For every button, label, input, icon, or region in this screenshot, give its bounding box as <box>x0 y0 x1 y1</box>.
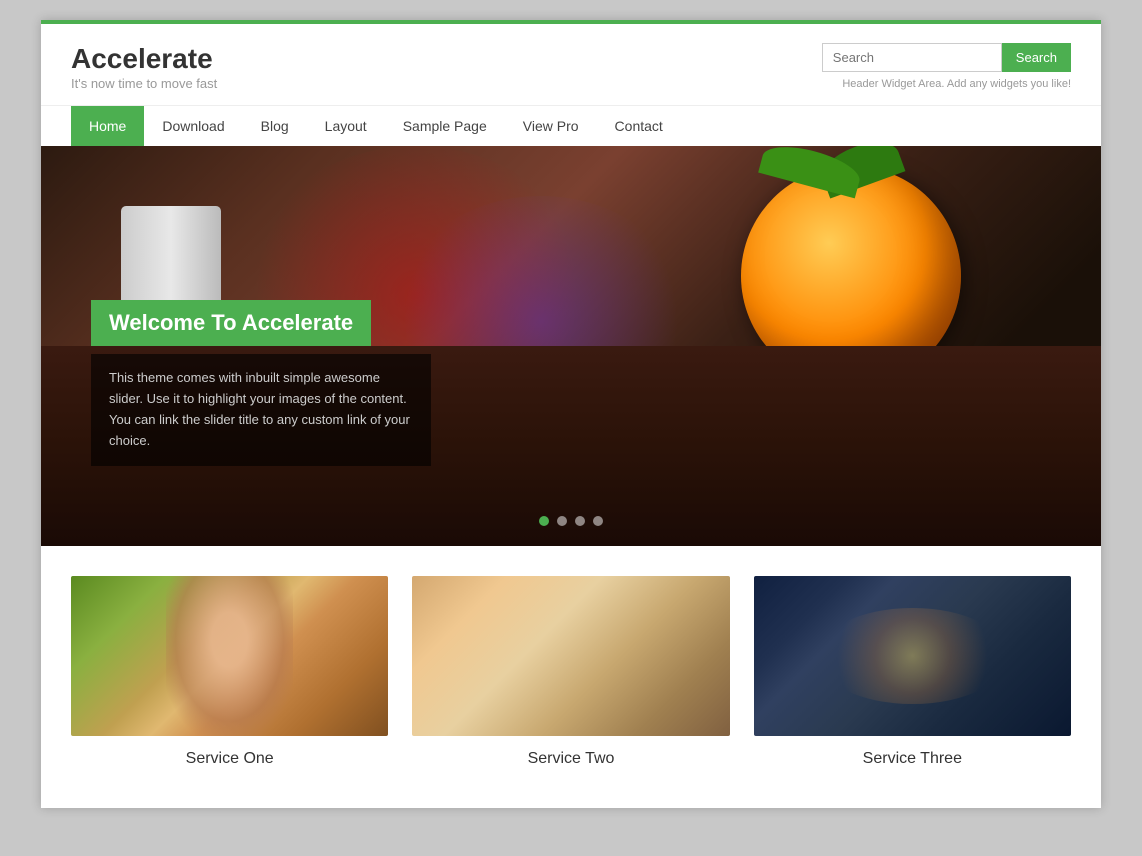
nav-item-home[interactable]: Home <box>71 106 144 146</box>
header-widget-text: Header Widget Area. Add any widgets you … <box>842 78 1071 90</box>
service-item-3: Service Three <box>754 576 1071 768</box>
service-title-1: Service One <box>186 750 274 768</box>
services-section: Service One Service Two Service Three <box>41 546 1101 808</box>
nav-link-viewpro[interactable]: View Pro <box>505 106 597 146</box>
hero-slider[interactable]: Welcome To Accelerate This theme comes w… <box>41 146 1101 546</box>
service-image-1 <box>71 576 388 736</box>
slider-dot-1[interactable] <box>539 516 549 526</box>
site-header: Accelerate It's now time to move fast Se… <box>41 24 1101 105</box>
nav-link-download[interactable]: Download <box>144 106 242 146</box>
service-item-1: Service One <box>71 576 388 768</box>
slider-description: This theme comes with inbuilt simple awe… <box>91 354 431 465</box>
nav-link-sample[interactable]: Sample Page <box>385 106 505 146</box>
slider-dot-2[interactable] <box>557 516 567 526</box>
nav-item-sample[interactable]: Sample Page <box>385 106 505 146</box>
nav-item-layout[interactable]: Layout <box>307 106 385 146</box>
site-nav: Home Download Blog Layout Sample Page Vi… <box>41 105 1101 146</box>
header-right: Search Header Widget Area. Add any widge… <box>822 43 1071 90</box>
services-grid: Service One Service Two Service Three <box>71 576 1071 768</box>
nav-link-layout[interactable]: Layout <box>307 106 385 146</box>
site-title: Accelerate <box>71 42 217 76</box>
service-item-2: Service Two <box>412 576 729 768</box>
nav-link-blog[interactable]: Blog <box>243 106 307 146</box>
slider-dot-3[interactable] <box>575 516 585 526</box>
service-title-3: Service Three <box>863 750 962 768</box>
site-wrapper: Accelerate It's now time to move fast Se… <box>41 20 1101 808</box>
site-tagline: It's now time to move fast <box>71 76 217 91</box>
search-button[interactable]: Search <box>1002 43 1071 72</box>
nav-link-contact[interactable]: Contact <box>597 106 681 146</box>
search-input[interactable] <box>822 43 1002 72</box>
search-form: Search <box>822 43 1071 72</box>
nav-item-blog[interactable]: Blog <box>243 106 307 146</box>
nav-item-download[interactable]: Download <box>144 106 242 146</box>
slider-content: Welcome To Accelerate This theme comes w… <box>91 300 431 465</box>
service-image-2 <box>412 576 729 736</box>
service-title-2: Service Two <box>528 750 615 768</box>
site-branding: Accelerate It's now time to move fast <box>71 42 217 91</box>
nav-link-home[interactable]: Home <box>71 106 144 146</box>
nav-list: Home Download Blog Layout Sample Page Vi… <box>41 106 1101 146</box>
slider-dots <box>539 516 603 526</box>
nav-item-viewpro[interactable]: View Pro <box>505 106 597 146</box>
service-image-3 <box>754 576 1071 736</box>
nav-item-contact[interactable]: Contact <box>597 106 681 146</box>
slider-title: Welcome To Accelerate <box>91 300 371 346</box>
slider-dot-4[interactable] <box>593 516 603 526</box>
